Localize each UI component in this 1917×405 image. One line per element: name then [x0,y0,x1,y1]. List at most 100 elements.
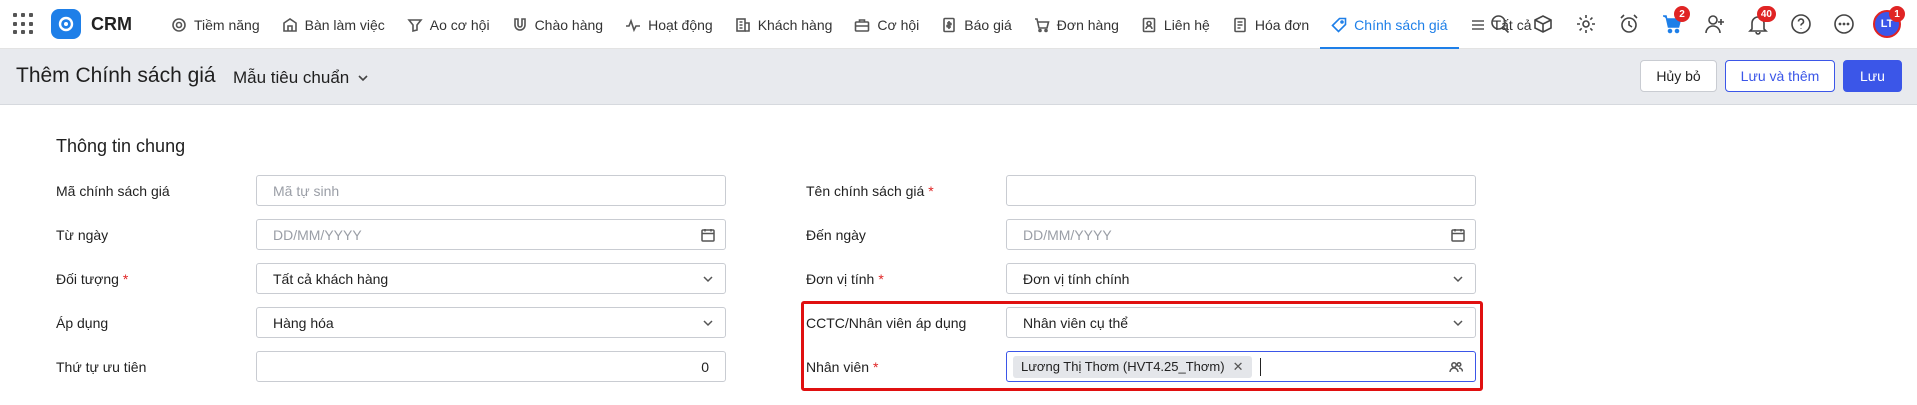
save-button[interactable]: Lưu [1843,60,1902,92]
magnet-icon [513,17,526,31]
cart-badge: 2 [1674,6,1690,22]
menu-label: Khách hàng [757,16,833,33]
menu-label: Chính sách giá [1354,16,1448,33]
target-label: Đối tượng * [56,271,128,287]
priority-input[interactable]: 0 [256,351,726,382]
activity-icon [626,18,641,32]
calendar-icon[interactable] [1451,228,1465,242]
apps-grid-icon[interactable] [13,13,35,35]
code-input[interactable]: Mã tự sinh [256,175,726,206]
highlight-box [801,301,1483,391]
calendar-icon[interactable] [701,228,715,242]
code-label-text: Mã chính sách giá [56,183,170,199]
more-button[interactable] [1830,10,1858,38]
page-header: Thêm Chính sách giá Mẫu tiêu chuẩn [0,49,1917,105]
more-icon [1834,14,1854,34]
quote-icon [943,17,956,32]
from-date-label: Từ ngày [56,227,108,243]
price-tag-icon [1331,17,1347,33]
menu-item-tiem-nang[interactable]: Tiềm năng [160,0,271,49]
name-input[interactable] [1006,175,1476,206]
settings-button[interactable] [1572,10,1600,38]
name-label: Tên chính sách giá * [806,183,934,199]
unit-select[interactable]: Đơn vị tính chính [1006,263,1476,294]
funnel-icon [407,18,423,32]
unit-value: Đơn vị tính chính [1023,270,1130,287]
required-mark: * [928,183,934,199]
from-date-input[interactable]: DD/MM/YYYY [256,219,726,250]
target-icon [172,17,186,32]
required-mark: * [122,271,129,287]
help-button[interactable] [1787,10,1815,38]
to-date-label-text: Đến ngày [806,227,866,243]
priority-label-text: Thứ tự ưu tiên [56,359,147,375]
notification-button[interactable]: 40 [1744,6,1776,38]
menu-label: Báo giá [964,16,1012,33]
page-title: Thêm Chính sách giá [16,64,216,87]
user-avatar[interactable]: LT 1 [1873,6,1905,38]
menu-item-khach-hang[interactable]: Khách hàng [724,0,844,49]
menu-item-don-hang[interactable]: Đơn hàng [1023,0,1130,49]
priority-label: Thứ tự ưu tiên [56,359,146,375]
section-title: Thông tin chung [56,136,186,156]
from-date-label-text: Từ ngày [56,227,109,243]
menu-item-hoat-dong[interactable]: Hoạt động [614,0,724,49]
add-user-button[interactable] [1701,10,1729,38]
box-search-icon [1534,15,1552,33]
brand[interactable]: CRM [51,9,132,39]
avatar-badge: 1 [1889,6,1905,22]
save-and-add-button[interactable]: Lưu và thêm [1725,60,1835,92]
apply-label-text: Áp dụng [56,315,109,331]
menu-label: Chào hàng [534,16,604,33]
template-select[interactable]: Mẫu tiêu chuẩn [233,68,369,88]
unit-label: Đơn vị tính * [806,271,884,287]
menu-label: Tiềm năng [194,16,260,33]
search-button[interactable] [1486,10,1514,38]
top-navigation: CRM Tiềm năng Bàn làm việc Ao cơ hội Chà… [0,0,1917,49]
apply-select[interactable]: Hàng hóa [256,307,726,338]
cancel-button[interactable]: Hủy bỏ [1640,60,1717,92]
chevron-down-icon [701,272,715,286]
from-date-placeholder: DD/MM/YYYY [273,226,362,243]
to-date-placeholder: DD/MM/YYYY [1023,226,1112,243]
target-label-text: Đối tượng [56,271,119,287]
menu-item-lien-he[interactable]: Liên hệ [1130,0,1221,49]
target-value: Tất cả khách hàng [273,270,389,287]
main-menu: Tiềm năng Bàn làm việc Ao cơ hội Chào hà… [160,0,1542,49]
menu-label: Ao cơ hội [429,16,490,33]
cart-icon [1034,17,1050,32]
help-icon [1791,14,1811,34]
app-name: CRM [91,13,132,34]
invoice-icon [1234,17,1246,32]
menu-item-co-hoi[interactable]: Cơ hội [843,0,930,49]
menu-label: Liên hệ [1163,16,1210,33]
gear-icon [1577,15,1595,33]
menu-item-bao-gia[interactable]: Báo giá [930,0,1022,49]
menu-icon [1471,19,1484,30]
menu-item-chinh-sach-gia[interactable]: Chính sách giá [1320,0,1459,49]
required-mark: * [878,271,884,287]
desk-icon [282,17,297,32]
chevron-down-icon [358,75,368,82]
menu-item-ao-co-hoi[interactable]: Ao cơ hội [396,0,501,49]
contact-icon [1142,17,1156,32]
menu-label: Bàn làm việc [304,16,385,33]
chevron-down-icon [701,316,715,330]
alarm-button[interactable] [1615,10,1643,38]
add-user-icon [1705,15,1724,34]
to-date-label: Đến ngày [806,227,866,243]
to-date-input[interactable]: DD/MM/YYYY [1006,219,1476,250]
menu-item-ban-lam-viec[interactable]: Bàn làm việc [271,0,396,49]
box-search-button[interactable] [1529,10,1557,38]
menu-label: Hoạt động [648,16,713,33]
cart-button[interactable]: 2 [1658,6,1690,38]
menu-item-chao-hang[interactable]: Chào hàng [501,0,615,49]
code-label: Mã chính sách giá [56,183,170,199]
name-label-text: Tên chính sách giá [806,183,925,199]
apply-label: Áp dụng [56,315,108,331]
target-select[interactable]: Tất cả khách hàng [256,263,726,294]
apply-value: Hàng hóa [273,314,334,331]
briefcase-icon [855,18,870,32]
menu-label: Cơ hội [877,16,920,33]
menu-item-hoa-don[interactable]: Hóa đơn [1221,0,1320,49]
